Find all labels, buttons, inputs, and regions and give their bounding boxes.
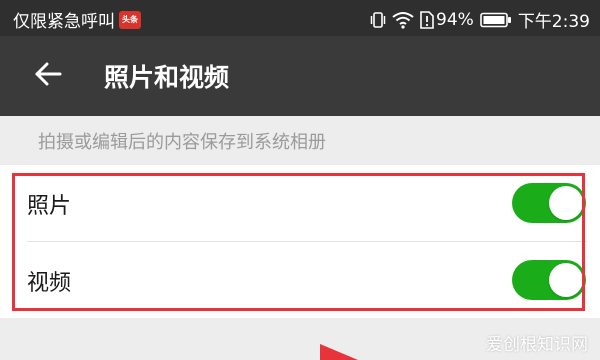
battery-icon: [480, 12, 512, 28]
vibrate-icon: [370, 11, 386, 29]
status-right: 94% 下午2:39: [364, 7, 590, 32]
toggle-knob: [549, 186, 583, 220]
settings-list: 照片 视频: [0, 165, 600, 318]
status-left: 仅限紧急呼叫 头条: [13, 7, 141, 32]
section-description: 拍摄或编辑后的内容保存到系统相册: [38, 132, 326, 153]
back-button[interactable]: [22, 56, 74, 96]
wifi-icon: [392, 11, 414, 29]
setting-row-videos[interactable]: 视频: [0, 242, 600, 318]
videos-toggle[interactable]: [512, 260, 586, 300]
watermark: 爱创根知识网: [486, 335, 588, 355]
emergency-call-text: 仅限紧急呼叫: [13, 12, 115, 32]
clock: 下午2:39: [517, 12, 590, 32]
app-notification-icon: 头条: [119, 10, 141, 29]
screen: 仅限紧急呼叫 头条 94% 下午2:39 照片和视频 拍摄或编辑后的内容保存到系…: [0, 0, 600, 360]
photos-toggle[interactable]: [512, 183, 586, 223]
toggle-knob: [549, 263, 583, 297]
status-bar: 仅限紧急呼叫 头条 94% 下午2:39: [0, 0, 600, 36]
toolbar: 照片和视频: [0, 36, 600, 116]
page-title: 照片和视频: [104, 63, 230, 92]
red-arrow-icon: [318, 340, 362, 360]
sim-alert-icon: [420, 10, 434, 29]
setting-label-photos: 照片: [27, 194, 72, 219]
battery-percent: 94%: [436, 9, 474, 30]
back-arrow-icon: [34, 62, 62, 90]
setting-label-videos: 视频: [27, 271, 72, 296]
setting-row-photos[interactable]: 照片: [0, 165, 600, 242]
